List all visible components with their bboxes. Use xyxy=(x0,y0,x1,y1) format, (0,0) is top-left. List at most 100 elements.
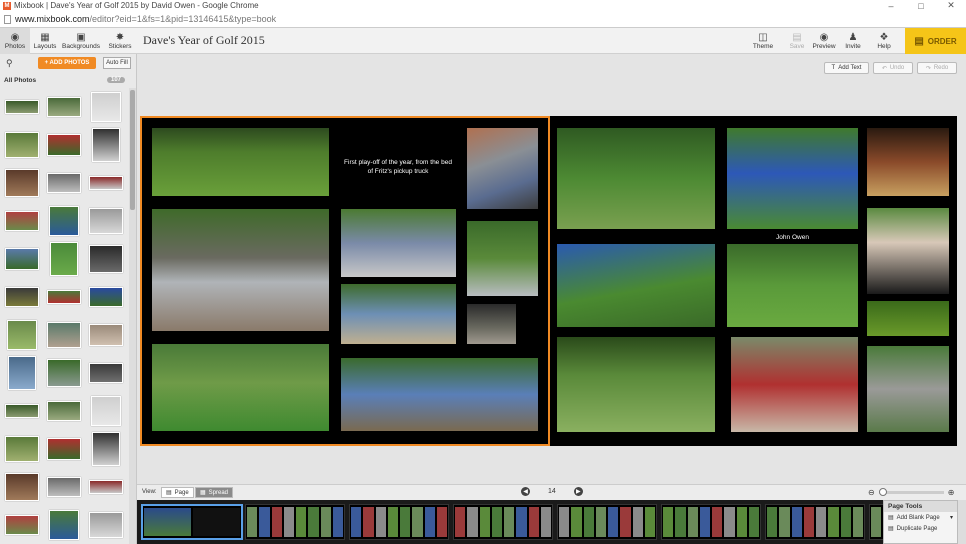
redo-button[interactable]: ↷ Redo xyxy=(917,62,957,74)
search-icon[interactable]: ⚲ xyxy=(6,58,13,69)
photos-section-header: All Photos 107 xyxy=(0,74,129,86)
next-page-icon[interactable]: ▶ xyxy=(573,487,583,496)
minimize-icon[interactable]: – xyxy=(876,1,906,11)
prev-page-icon[interactable]: ◀ xyxy=(521,487,530,496)
photo-man-drinking[interactable] xyxy=(867,208,949,294)
photo-thumbnail[interactable] xyxy=(45,392,83,430)
tab-photos[interactable]: ◉ Photos xyxy=(0,28,30,54)
photo-wild-turkey[interactable] xyxy=(557,337,715,432)
page-navigator: ◀ 14 ▶ xyxy=(521,487,583,496)
photo-thumbnail[interactable] xyxy=(3,506,41,544)
camera-icon: ◉ xyxy=(10,32,20,43)
theme-icon: ◫ xyxy=(758,32,768,43)
photo-thumbnail[interactable] xyxy=(45,88,83,126)
help-button[interactable]: ❖ Help xyxy=(870,29,898,53)
photo-thumbnail[interactable] xyxy=(87,354,125,392)
add-blank-page-item[interactable]: ▤ Add Blank Page ▾ xyxy=(884,512,957,523)
photo-thumbnail[interactable] xyxy=(87,126,125,164)
photo-thumbnail[interactable] xyxy=(3,164,41,202)
bottom-bar: View: ▤ Page ▦ Spread ◀ 14 ▶ ⊖ ⊕ xyxy=(137,484,966,500)
photo-thumbnail[interactable] xyxy=(87,468,125,506)
photo-thumbnail[interactable] xyxy=(45,506,83,544)
photo-thumbnail[interactable] xyxy=(45,278,83,316)
photo-thumbnail[interactable] xyxy=(3,202,41,240)
panel-scrollbar[interactable] xyxy=(129,88,136,544)
invite-button[interactable]: ♟ Invite xyxy=(839,29,867,53)
document-title[interactable]: Dave's Year of Golf 2015 xyxy=(143,33,265,48)
photo-foliage[interactable] xyxy=(867,301,949,336)
zoom-out-icon[interactable]: ⊖ xyxy=(868,488,875,497)
theme-button[interactable]: ◫ Theme xyxy=(749,29,777,53)
save-icon: ▤ xyxy=(792,32,802,43)
save-button[interactable]: ▤ Save xyxy=(783,29,811,53)
photo-thumbnail[interactable] xyxy=(3,278,41,316)
photo-thumbnail[interactable] xyxy=(87,202,125,240)
photo-thumbnail[interactable] xyxy=(45,240,83,278)
photo-thumbnail[interactable] xyxy=(3,126,41,164)
photo-thumbnail[interactable] xyxy=(87,278,125,316)
zoom-in-icon[interactable]: ⊕ xyxy=(948,488,955,497)
tab-stickers[interactable]: ✸ Stickers xyxy=(105,28,135,54)
undo-button[interactable]: ↶ Undo xyxy=(873,62,913,74)
photo-thumbnail[interactable] xyxy=(45,316,83,354)
photo-thumbnail[interactable] xyxy=(3,354,41,392)
photo-thumbnail[interactable] xyxy=(3,88,41,126)
zoom-slider[interactable] xyxy=(878,488,944,496)
photo-thumbnail[interactable] xyxy=(45,202,83,240)
add-text-button[interactable]: T Add Text xyxy=(824,62,869,74)
photo-thumbnail[interactable] xyxy=(3,468,41,506)
selected-left-page-outline[interactable] xyxy=(140,116,550,446)
photo-thumbnail[interactable] xyxy=(87,240,125,278)
add-photos-button[interactable]: + ADD PHOTOS xyxy=(38,57,96,69)
preview-button[interactable]: ◉ Preview xyxy=(810,29,838,53)
add-page-icon: ▤ xyxy=(888,515,894,521)
photo-thumbnail[interactable] xyxy=(87,392,125,430)
caption-john-owen[interactable]: John Owen xyxy=(727,233,858,242)
photo-thumbnail[interactable] xyxy=(45,164,83,202)
order-button[interactable]: ▤ ORDER xyxy=(905,28,966,54)
page-thumbnail[interactable] xyxy=(765,504,865,540)
address-bar[interactable]: www.mixbook.com/editor?eid=1&fs=1&pid=13… xyxy=(0,11,966,28)
photo-john-owen[interactable] xyxy=(727,128,858,229)
photo-thumbnail[interactable] xyxy=(45,126,83,164)
page-thumbnail[interactable] xyxy=(557,504,657,540)
page-thumbnail[interactable] xyxy=(453,504,553,540)
photo-thumbnail[interactable] xyxy=(45,468,83,506)
photo-umbrella-golfer[interactable] xyxy=(557,244,715,327)
tab-backgrounds[interactable]: ▣ Backgrounds xyxy=(62,28,100,54)
duplicate-page-item[interactable]: ▤ Duplicate Page xyxy=(884,523,957,534)
photo-golf-carts[interactable] xyxy=(557,128,715,229)
tab-layouts[interactable]: ▦ Layouts xyxy=(30,28,60,54)
page-thumbnail[interactable] xyxy=(349,504,449,540)
photo-thumbnail[interactable] xyxy=(87,88,125,126)
filmstrip-scrollbar[interactable] xyxy=(958,500,966,544)
layouts-icon: ▦ xyxy=(40,32,50,43)
photo-thumbnail[interactable] xyxy=(87,506,125,544)
window-title: Mixbook | Dave's Year of Golf 2015 by Da… xyxy=(14,1,259,10)
photo-group-dining[interactable] xyxy=(731,337,858,432)
view-spread-button[interactable]: ▦ Spread xyxy=(195,487,234,498)
page-number[interactable]: 14 xyxy=(548,488,556,495)
photo-thumbnail[interactable] xyxy=(3,430,41,468)
photo-silver-trophy[interactable] xyxy=(867,346,949,432)
photo-thumbnail[interactable] xyxy=(45,354,83,392)
app-toolbar: ◉ Photos ▦ Layouts ▣ Backgrounds ✸ Stick… xyxy=(0,28,966,54)
photo-thumbnail[interactable] xyxy=(45,430,83,468)
photo-golfers-on-fairway[interactable] xyxy=(727,244,858,327)
photo-thumbnail[interactable] xyxy=(87,430,125,468)
auto-fill-button[interactable]: Auto Fill xyxy=(103,57,131,69)
photo-thumbnail[interactable] xyxy=(87,316,125,354)
maximize-icon[interactable]: □ xyxy=(906,1,936,11)
photo-drinks-at-bar[interactable] xyxy=(867,128,949,196)
page-thumbnail[interactable] xyxy=(141,504,243,540)
photo-thumbnail[interactable] xyxy=(87,164,125,202)
close-icon[interactable]: ✕ xyxy=(936,0,966,11)
page-thumbnail[interactable] xyxy=(245,504,345,540)
page-thumbnail[interactable] xyxy=(661,504,761,540)
photo-thumbnail[interactable] xyxy=(3,316,41,354)
view-page-button[interactable]: ▤ Page xyxy=(161,487,194,498)
photo-thumbnail[interactable] xyxy=(3,240,41,278)
url-text[interactable]: www.mixbook.com/editor?eid=1&fs=1&pid=13… xyxy=(15,14,276,24)
photo-thumbnail[interactable] xyxy=(3,392,41,430)
spread-icon: ▦ xyxy=(200,490,206,496)
